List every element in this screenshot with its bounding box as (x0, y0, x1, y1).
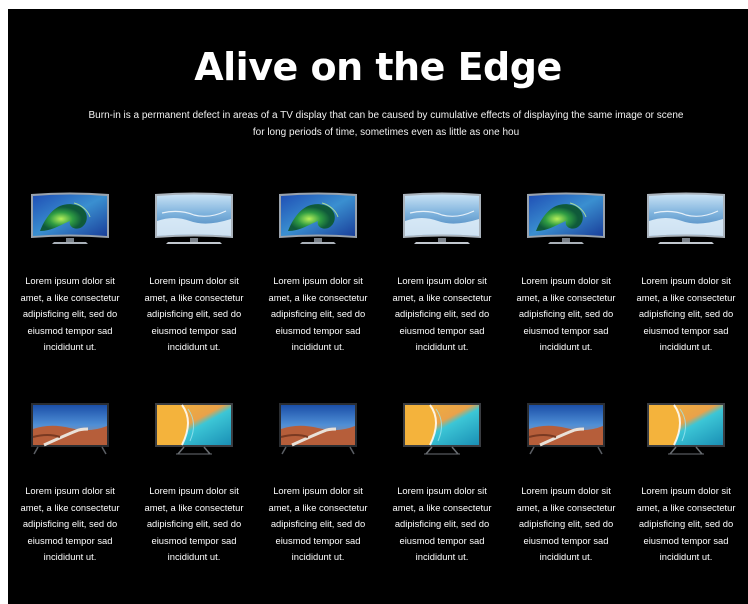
product-card[interactable]: Lorem ipsum dolor sit amet, a like conse… (504, 189, 628, 369)
product-card[interactable]: Lorem ipsum dolor sit amet, a like conse… (380, 399, 504, 579)
curved-tv-ice-scene-image (402, 191, 482, 247)
product-card[interactable]: Lorem ipsum dolor sit amet, a like conse… (256, 399, 380, 579)
curved-tv-green-wave-image (278, 191, 358, 247)
product-card[interactable]: Lorem ipsum dolor sit amet, a like conse… (8, 189, 132, 369)
product-caption: Lorem ipsum dolor sit amet, a like conse… (516, 485, 616, 562)
curved-tv-ice-scene-image (646, 191, 726, 247)
product-card[interactable]: Lorem ipsum dolor sit amet, a like conse… (624, 399, 748, 579)
product-caption: Lorem ipsum dolor sit amet, a like conse… (20, 275, 120, 352)
product-caption: Lorem ipsum dolor sit amet, a like conse… (392, 485, 492, 562)
flat-tv-canyon-road-image (278, 401, 358, 457)
product-card[interactable]: Lorem ipsum dolor sit amet, a like conse… (256, 189, 380, 369)
product-caption: Lorem ipsum dolor sit amet, a like conse… (20, 485, 120, 562)
flat-tv-canyon-road-image (526, 401, 606, 457)
product-caption: Lorem ipsum dolor sit amet, a like conse… (636, 485, 736, 562)
curved-tv-green-wave-image (526, 191, 606, 247)
product-row-curved: Lorem ipsum dolor sit amet, a like conse… (8, 189, 748, 369)
product-card[interactable]: Lorem ipsum dolor sit amet, a like conse… (132, 399, 256, 579)
flat-tv-beach-aerial-image (402, 401, 482, 457)
product-caption: Lorem ipsum dolor sit amet, a like conse… (268, 485, 368, 562)
product-card[interactable]: Lorem ipsum dolor sit amet, a like conse… (504, 399, 628, 579)
product-card[interactable]: Lorem ipsum dolor sit amet, a like conse… (380, 189, 504, 369)
curved-tv-ice-scene-image (154, 191, 234, 247)
page-container: Alive on the Edge Burn-in is a permanent… (8, 9, 748, 604)
product-caption: Lorem ipsum dolor sit amet, a like conse… (144, 275, 244, 352)
page-description: Burn-in is a permanent defect in areas o… (88, 110, 684, 138)
product-card[interactable]: Lorem ipsum dolor sit amet, a like conse… (8, 399, 132, 579)
product-caption: Lorem ipsum dolor sit amet, a like conse… (636, 275, 736, 352)
flat-tv-beach-aerial-image (646, 401, 726, 457)
product-card[interactable]: Lorem ipsum dolor sit amet, a like conse… (132, 189, 256, 369)
curved-tv-green-wave-image (30, 191, 110, 247)
product-caption: Lorem ipsum dolor sit amet, a like conse… (144, 485, 244, 562)
product-card[interactable]: Lorem ipsum dolor sit amet, a like conse… (624, 189, 748, 369)
product-caption: Lorem ipsum dolor sit amet, a like conse… (268, 275, 368, 352)
product-caption: Lorem ipsum dolor sit amet, a like conse… (516, 275, 616, 352)
product-row-flat: Lorem ipsum dolor sit amet, a like conse… (8, 399, 748, 579)
flat-tv-canyon-road-image (30, 401, 110, 457)
flat-tv-beach-aerial-image (154, 401, 234, 457)
page-title: Alive on the Edge (194, 45, 562, 89)
product-caption: Lorem ipsum dolor sit amet, a like conse… (392, 275, 492, 352)
